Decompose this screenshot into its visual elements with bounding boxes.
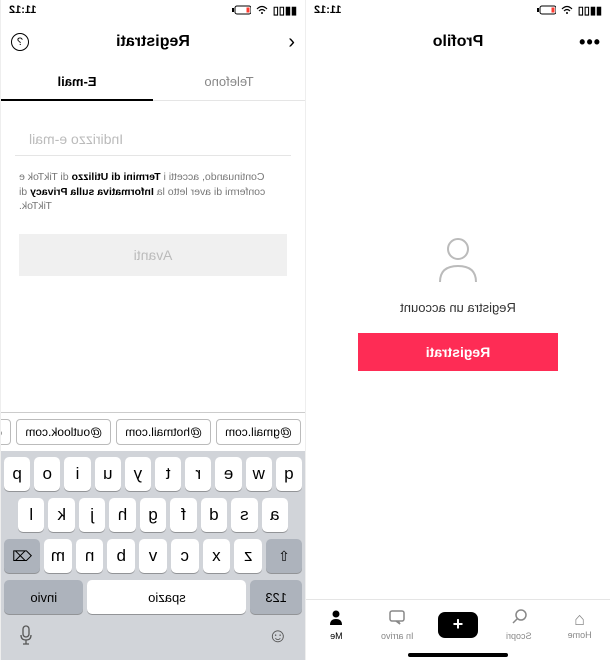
nav-create[interactable]: +	[428, 612, 489, 638]
key[interactable]: o	[34, 457, 60, 491]
wifi-icon	[560, 5, 574, 15]
key[interactable]: d	[201, 498, 227, 532]
wifi-icon	[255, 5, 269, 15]
home-icon: ⌂	[574, 610, 585, 628]
key[interactable]: g	[140, 498, 166, 532]
suggestion[interactable]: @gmail.com	[216, 419, 301, 445]
home-indicator	[408, 653, 508, 657]
space-key[interactable]: spazio	[87, 580, 246, 614]
key[interactable]: w	[246, 457, 272, 491]
key[interactable]: j	[79, 498, 105, 532]
key[interactable]: e	[215, 457, 241, 491]
key[interactable]: i	[64, 457, 90, 491]
register-button[interactable]: Registrati	[358, 333, 558, 371]
mic-icon[interactable]	[18, 625, 34, 651]
profile-content: Registra un account Registrati	[306, 64, 610, 599]
signup-screen: ▮▮▯▯ 11:12 ‹ Registrati ? Telefono E-mai…	[0, 0, 305, 660]
key[interactable]: s	[231, 498, 257, 532]
signal-icon: ▮▮▯▯	[273, 4, 297, 17]
key-row: a s d f g h j k l	[4, 498, 302, 532]
nav-inbox[interactable]: In arrivo	[367, 608, 428, 641]
tabs: Telefono E-mail	[1, 64, 305, 101]
return-key[interactable]: invio	[4, 580, 83, 614]
status-bar: ▮▮▯▯ 11:12	[306, 0, 610, 20]
search-icon	[510, 608, 528, 629]
key[interactable]: x	[203, 539, 231, 573]
key[interactable]: u	[95, 457, 121, 491]
clock: 11:12	[314, 4, 342, 16]
status-bar: ▮▮▯▯ 11:12	[1, 0, 305, 20]
key-row: 123 spazio invio	[4, 580, 302, 614]
key-row: ⇧ z x c v b n m ⌫	[4, 539, 302, 573]
keyboard: @gmail.com @hotmail.com @outlook.com @ya…	[1, 412, 305, 660]
key[interactable]: p	[4, 457, 30, 491]
key[interactable]: b	[107, 539, 135, 573]
bottom-nav: ⌂ Home Scopri + In arrivo Me	[306, 599, 610, 649]
profile-screen: ▮▮▯▯ 11:12 ••• Profilo Registra un accou…	[305, 0, 610, 660]
key[interactable]: n	[76, 539, 104, 573]
register-prompt: Registra un account	[400, 300, 516, 315]
nav-discover[interactable]: Scopri	[488, 608, 549, 641]
key[interactable]: v	[139, 539, 167, 573]
suggestion[interactable]: @hotmail.com	[116, 419, 211, 445]
next-button[interactable]: Avanti	[19, 234, 287, 276]
key[interactable]: q	[276, 457, 302, 491]
key[interactable]: k	[48, 498, 74, 532]
signal-icon: ▮▮▯▯	[578, 4, 602, 17]
nav-bar: ••• Profilo	[306, 20, 610, 64]
key[interactable]: y	[125, 457, 151, 491]
key[interactable]: l	[18, 498, 44, 532]
more-icon[interactable]: •••	[578, 32, 600, 53]
nav-bar: ‹ Registrati ?	[1, 20, 305, 64]
keyboard-toolbar: ☺	[4, 621, 302, 657]
suggestion[interactable]: @ya	[1, 419, 11, 445]
shift-key[interactable]: ⇧	[266, 539, 302, 573]
avatar-placeholder-icon	[432, 232, 484, 284]
help-icon[interactable]: ?	[11, 33, 29, 51]
tab-phone[interactable]: Telefono	[153, 64, 305, 100]
key[interactable]: h	[109, 498, 135, 532]
person-icon	[327, 608, 345, 629]
key-row: q w e r t y u i o p	[4, 457, 302, 491]
terms-text: Continuando, accetti i Termini di Utiliz…	[1, 156, 305, 228]
suggestion[interactable]: @outlook.com	[16, 419, 111, 445]
nav-home[interactable]: ⌂ Home	[549, 610, 610, 640]
key[interactable]: t	[155, 457, 181, 491]
page-title: Registrati	[116, 33, 190, 51]
battery-icon	[536, 5, 556, 15]
key[interactable]: z	[234, 539, 262, 573]
emoji-icon[interactable]: ☺	[268, 625, 288, 651]
plus-icon: +	[438, 612, 478, 638]
terms-link-privacy[interactable]: Informativa sulla Privacy	[30, 186, 154, 198]
clock: 11:12	[9, 4, 37, 16]
back-icon[interactable]: ‹	[288, 31, 295, 54]
battery-icon	[231, 5, 251, 15]
inbox-icon	[388, 608, 406, 629]
nav-me[interactable]: Me	[306, 608, 367, 641]
delete-key[interactable]: ⌫	[4, 539, 40, 573]
terms-link-tou[interactable]: Termini di Utilizzo	[72, 171, 161, 183]
page-title: Profilo	[433, 33, 484, 51]
numeric-key[interactable]: 123	[250, 580, 302, 614]
tab-email[interactable]: E-mail	[1, 64, 153, 101]
key[interactable]: m	[44, 539, 72, 573]
key[interactable]: r	[185, 457, 211, 491]
key[interactable]: c	[171, 539, 199, 573]
suggestion-bar: @gmail.com @hotmail.com @outlook.com @ya	[1, 412, 305, 451]
key[interactable]: a	[262, 498, 288, 532]
email-field[interactable]: Indirizzo e-mail	[15, 101, 291, 156]
key[interactable]: f	[170, 498, 196, 532]
